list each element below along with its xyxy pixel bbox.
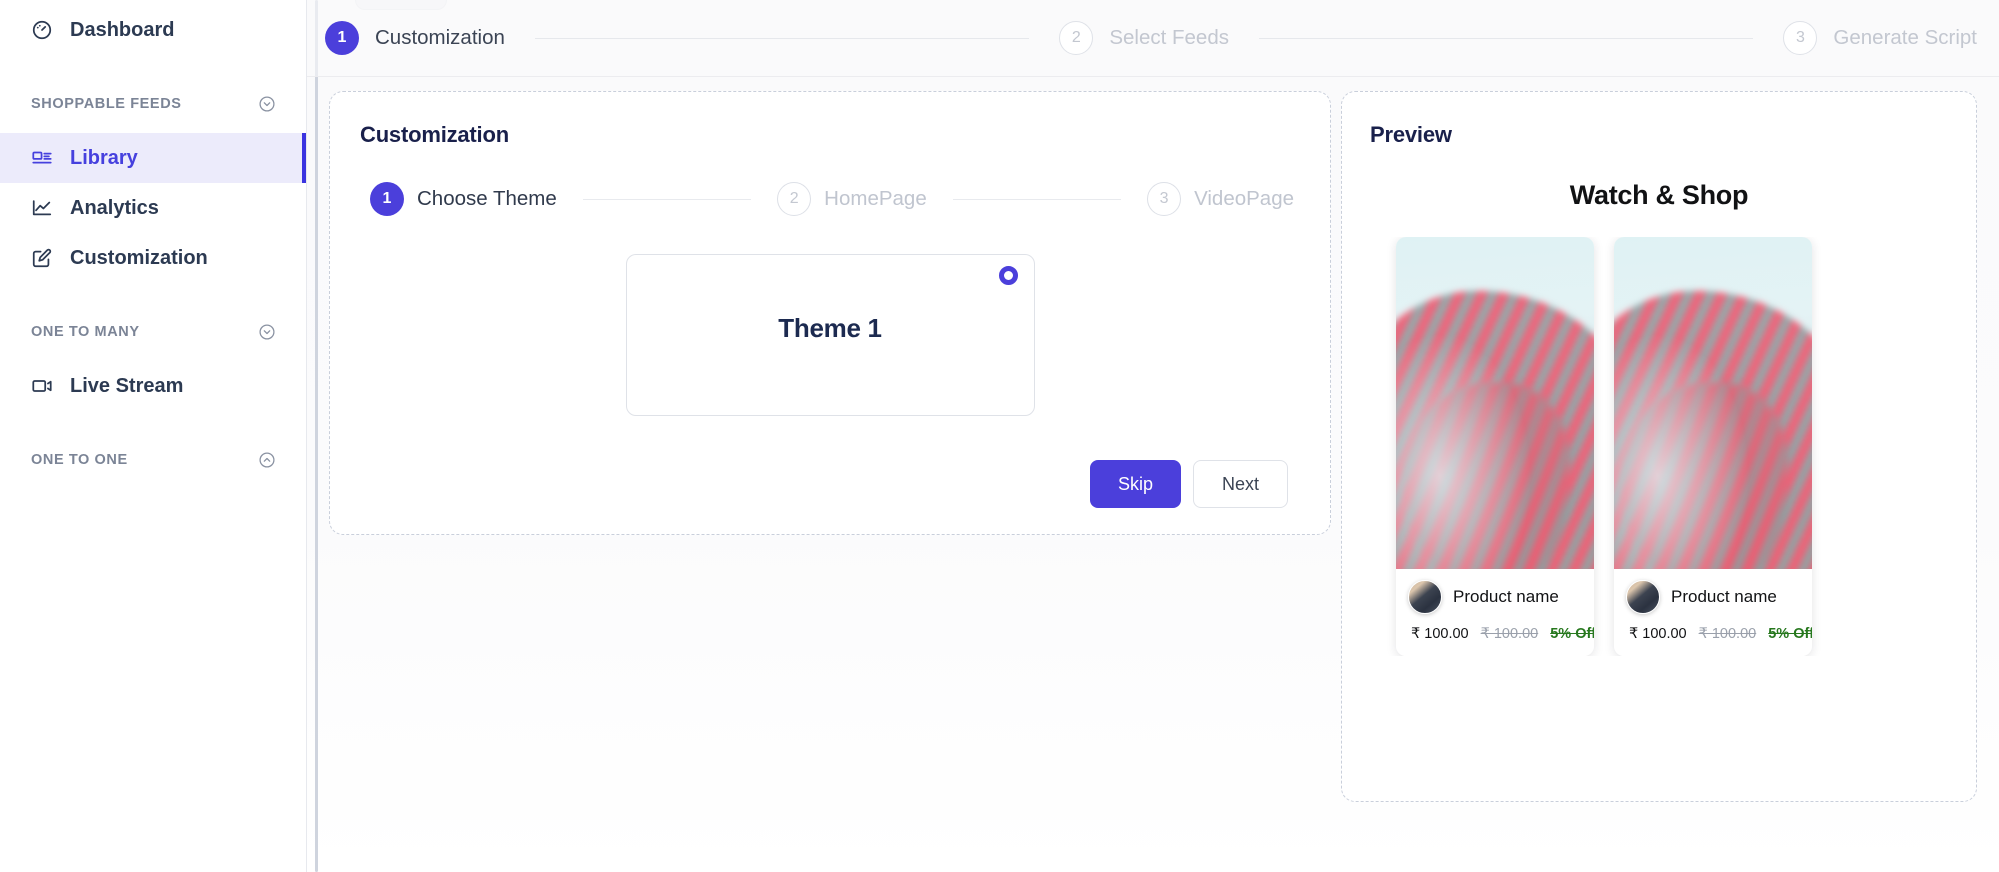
product-image [1614,237,1812,569]
customization-panel: Customization 1 Choose Theme 2 HomePage … [329,91,1331,535]
step-number: 2 [1059,21,1094,55]
avatar [1626,580,1660,614]
theme-radio-selected[interactable] [998,266,1018,285]
step-connector [952,198,1122,200]
preview-panel: Preview Watch & Shop Product name ₹ 100.… [1341,91,1977,802]
theme-name: Theme 1 [778,313,882,343]
step-label: Select Feeds [1109,26,1229,49]
product-header-row: Product name [1626,580,1800,614]
product-original-price: ₹ 100.00 [1698,626,1757,642]
content-row: Customization 1 Choose Theme 2 HomePage … [307,77,1999,872]
inner-step-choose-theme[interactable]: 1 Choose Theme [370,182,557,216]
sidebar-item-label: Analytics [70,196,159,219]
sidebar-group-label: SHOPPABLE FEEDS [31,96,182,112]
step-number: 3 [1147,182,1182,216]
chevron-down-circle-icon[interactable] [258,323,276,341]
sidebar-item-label: Dashboard [70,18,175,41]
main-content: 1 Customization 2 Select Feeds 3 Generat… [306,0,1999,872]
customization-pencil-icon [30,246,54,270]
panel-actions: Skip Next [358,460,1302,508]
sidebar-group-shoppable-feeds[interactable]: SHOPPABLE FEEDS [0,87,306,121]
product-card[interactable]: Product name ₹ 100.00 ₹ 100.00 5% Off [1396,237,1594,656]
avatar [1408,580,1442,614]
dashboard-gauge-icon [30,18,54,42]
wizard-top-stepper: 1 Customization 2 Select Feeds 3 Generat… [307,0,1999,77]
sidebar-item-dashboard[interactable]: Dashboard [0,5,306,55]
analytics-chart-icon [30,196,54,220]
top-step-select-feeds[interactable]: 2 Select Feeds [1059,21,1229,55]
app-root: Dashboard SHOPPABLE FEEDS Library Analyt… [0,0,1999,872]
library-list-icon [30,146,54,170]
product-original-price: ₹ 100.00 [1480,626,1539,642]
sidebar: Dashboard SHOPPABLE FEEDS Library Analyt… [0,0,306,872]
step-label: HomePage [824,187,927,210]
product-card[interactable]: Product name ₹ 100.00 ₹ 100.00 5% Off [1614,237,1812,656]
sidebar-item-live-stream[interactable]: Live Stream [0,361,306,411]
product-price: ₹ 100.00 [1411,626,1469,642]
sidebar-group-one-to-one[interactable]: ONE TO ONE [0,443,306,477]
sidebar-group-label: ONE TO MANY [31,324,140,340]
step-number: 1 [325,21,359,55]
step-label: Customization [375,26,505,49]
step-label: Generate Script [1833,26,1977,49]
video-camera-icon [30,374,54,398]
product-name: Product name [1671,587,1777,606]
preview-heading: Watch & Shop [1569,180,1749,210]
product-card-body: Product name ₹ 100.00 ₹ 100.00 5% Off [1396,569,1594,656]
product-image-glow [1614,237,1812,569]
panel-title-preview: Preview [1370,122,1452,147]
inner-step-videopage[interactable]: 3 VideoPage [1147,182,1294,216]
product-card-list: Product name ₹ 100.00 ₹ 100.00 5% Off Pr… [1368,237,1950,656]
product-discount-badge: 5% Off [1550,626,1594,642]
step-number: 1 [370,182,404,216]
step-connector [534,37,1030,39]
sidebar-item-analytics[interactable]: Analytics [0,183,306,233]
inner-step-homepage[interactable]: 2 HomePage [777,182,927,216]
step-connector [582,198,752,200]
sidebar-group-label: ONE TO ONE [31,452,128,468]
sidebar-group-one-to-many[interactable]: ONE TO MANY [0,315,306,349]
top-step-customization[interactable]: 1 Customization [325,21,505,55]
step-label: Choose Theme [417,187,557,210]
product-price-row: ₹ 100.00 ₹ 100.00 5% Off [1408,626,1594,642]
next-button[interactable]: Next [1192,460,1288,508]
theme-options: Theme 1 [358,216,1302,454]
product-image [1396,237,1594,569]
customization-inner-stepper: 1 Choose Theme 2 HomePage 3 VideoPage [358,182,1302,216]
product-price-row: ₹ 100.00 ₹ 100.00 5% Off [1626,626,1812,642]
product-discount-badge: 5% Off [1768,626,1812,642]
chevron-up-circle-icon[interactable] [258,451,276,469]
sidebar-item-label: Library [70,146,138,169]
sidebar-item-label: Live Stream [70,374,184,397]
product-image-glow [1396,237,1594,569]
product-price: ₹ 100.00 [1629,626,1687,642]
top-step-generate-script[interactable]: 3 Generate Script [1783,21,1977,55]
product-header-row: Product name [1408,580,1582,614]
chevron-down-circle-icon[interactable] [258,95,276,113]
panel-title-customization: Customization [360,122,509,147]
step-number: 3 [1783,21,1818,55]
step-connector [1258,37,1754,39]
product-card-body: Product name ₹ 100.00 ₹ 100.00 5% Off [1614,569,1812,656]
sidebar-item-customization[interactable]: Customization [0,233,306,283]
step-number: 2 [777,182,812,216]
sidebar-item-label: Customization [70,246,208,269]
step-label: VideoPage [1194,187,1295,210]
product-name: Product name [1453,587,1559,606]
skip-button[interactable]: Skip [1089,460,1181,508]
theme-card-theme-1[interactable]: Theme 1 [625,254,1035,416]
sidebar-item-library[interactable]: Library [0,133,306,183]
